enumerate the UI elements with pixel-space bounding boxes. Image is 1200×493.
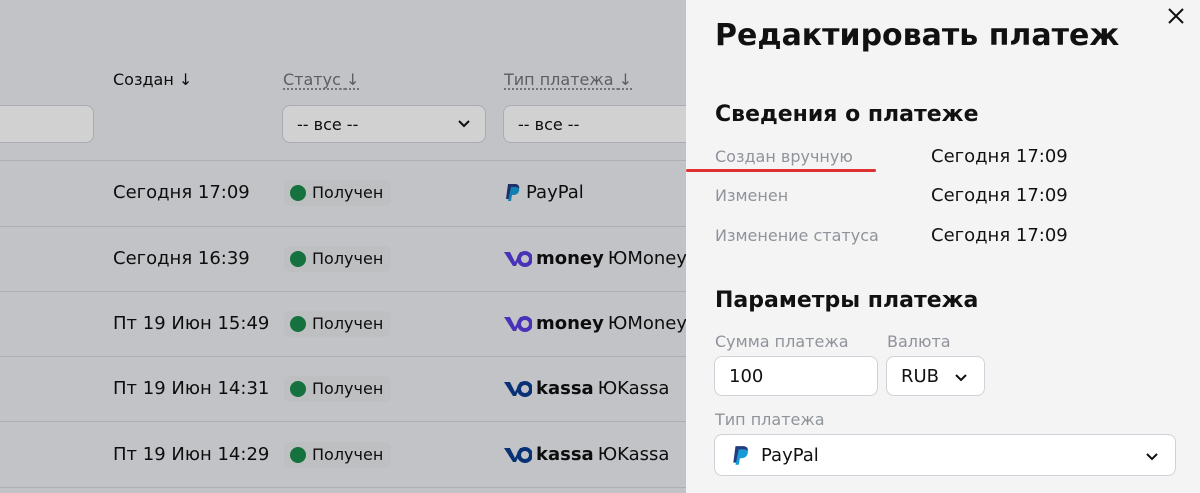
info-label-modified: Изменен [715,186,789,205]
info-value-created: Сегодня 17:09 [931,146,1068,167]
params-section-title: Параметры платежа [715,288,979,313]
close-icon[interactable] [1166,6,1186,26]
paypal-icon [733,446,748,465]
annotation-underline [686,169,876,172]
info-label-status-change: Изменение статуса [715,226,879,245]
info-label-created: Создан вручную [715,147,853,166]
chevron-down-icon [1146,453,1158,461]
info-value-modified: Сегодня 17:09 [931,185,1068,206]
payment-type-select[interactable]: PayPal [714,434,1176,476]
amount-value: 100 [729,366,764,387]
currency-label: Валюта [887,332,951,351]
chevron-down-icon [955,374,967,382]
currency-value: RUB [901,366,940,387]
payment-type-label: Тип платежа [715,410,825,429]
panel-title: Редактировать платеж [715,18,1120,53]
amount-label: Сумма платежа [715,332,849,351]
currency-select[interactable]: RUB [886,356,985,396]
modal-backdrop[interactable] [0,0,686,493]
payment-type-value: PayPal [761,445,819,466]
info-value-status-change: Сегодня 17:09 [931,225,1068,246]
amount-input[interactable]: 100 [714,356,878,396]
info-section-title: Сведения о платеже [715,102,979,127]
payments-table: Создан ↓ Статус ↓ Тип платежа ↓ -- все -… [0,0,686,493]
